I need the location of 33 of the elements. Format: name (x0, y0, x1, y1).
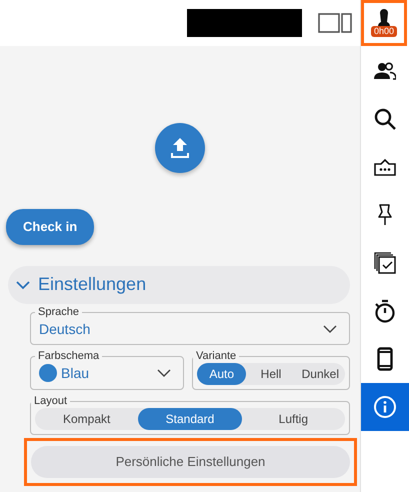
search-icon (374, 108, 396, 130)
info-button[interactable] (361, 383, 409, 431)
layout-option[interactable]: Luftig (242, 408, 345, 430)
check-in-button[interactable]: Check in (6, 209, 94, 244)
layout-option[interactable]: Standard (138, 408, 242, 430)
user-button[interactable]: 0h00 (361, 0, 407, 46)
field-label: Farbschema (37, 350, 100, 362)
chevron-icon (16, 280, 30, 290)
field-label: Layout (33, 396, 68, 406)
split-view-icon[interactable] (318, 11, 352, 35)
dropdown-caret-icon (157, 368, 171, 378)
variant-option[interactable]: Hell (246, 362, 296, 384)
field-label: Variante (195, 350, 238, 362)
dropdown-caret-icon (323, 324, 337, 334)
person-icon (377, 9, 391, 29)
color-scheme-select[interactable]: Blau (39, 362, 175, 384)
timer-badge: 0h00 (370, 26, 398, 37)
pin-icon (376, 204, 394, 226)
info-icon (373, 395, 397, 419)
upload-icon (168, 136, 192, 160)
layout-option[interactable]: Kompakt (35, 408, 138, 430)
upload-button[interactable] (155, 123, 205, 173)
variant-option[interactable]: Dunkel (296, 362, 345, 384)
people-icon (374, 62, 396, 80)
personal-settings-button[interactable]: Persönliche Einstellungen (31, 446, 350, 478)
settings-header[interactable]: Einstellungen (8, 266, 350, 304)
phone-icon (377, 347, 393, 371)
language-select[interactable]: Deutsch (39, 318, 341, 340)
field-label: Sprache (37, 306, 80, 318)
checklist-icon (374, 252, 396, 274)
variant-option[interactable]: Auto (197, 362, 246, 384)
stopwatch-icon (374, 299, 396, 323)
badge-card-icon (374, 158, 396, 176)
